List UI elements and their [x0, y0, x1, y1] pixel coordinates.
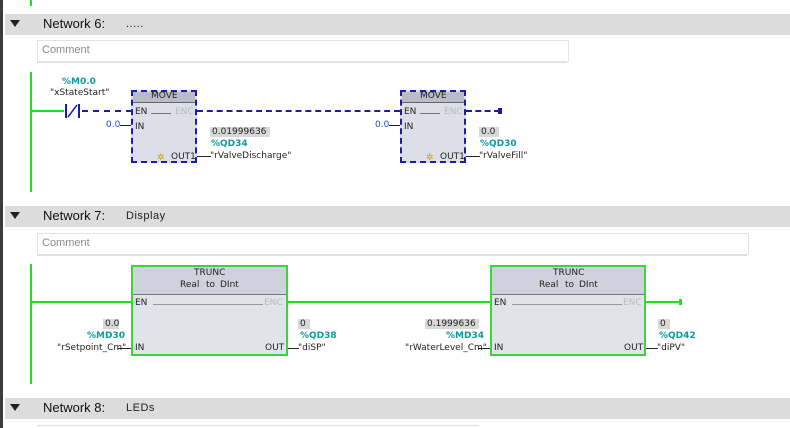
type-to-label: to — [206, 280, 216, 290]
in-pin-label: IN — [135, 122, 145, 132]
trunc-block-name: TRUNC — [194, 268, 226, 278]
en-enc-line — [512, 304, 622, 305]
trunc2-out-address: %QD42 — [659, 331, 696, 341]
in-pin-label: IN — [404, 122, 414, 132]
enc-pin-label: ENC — [264, 298, 283, 308]
rung-wire-powered — [30, 110, 64, 112]
collapse-arrow-icon[interactable] — [10, 20, 20, 27]
move2-out-address: %QD30 — [480, 139, 517, 149]
trunc2-out-tag[interactable]: "diPV" — [657, 343, 685, 353]
en-pin-label: EN — [404, 107, 417, 117]
network-8-comment-edge — [37, 425, 479, 426]
type-to-selector[interactable]: DInt — [220, 280, 239, 290]
editor-left-border — [0, 0, 3, 428]
network-6-comment[interactable]: Comment — [37, 40, 569, 62]
move2-out-wire — [466, 156, 480, 157]
move-block-1[interactable]: MOVE EN ENC IN OUT1 ✲ — [131, 90, 197, 163]
comment-placeholder: Comment — [42, 44, 90, 56]
network-7-header[interactable]: Network 7: Display — [5, 206, 790, 227]
rung-end-arrow-icon — [498, 108, 502, 114]
trunc2-in-monitor-value: 0.1999636 — [425, 319, 479, 329]
network-8-header[interactable]: Network 8: LEDs — [5, 398, 790, 419]
move2-in-wire — [389, 125, 400, 126]
add-output-star-icon[interactable]: ✲ — [426, 152, 434, 163]
out-pin-label: OUT — [624, 343, 644, 353]
type-to-label: to — [565, 280, 575, 290]
move-block-name: MOVE — [420, 91, 447, 101]
en-enc-line — [420, 113, 440, 114]
contact-tag: "xStateStart" — [50, 88, 110, 98]
trunc1-in-wire — [118, 348, 131, 349]
network-8-number: Network 8: — [43, 400, 106, 415]
rung-wire-unpowered — [82, 110, 132, 112]
trunc1-out-address: %QD38 — [300, 331, 337, 341]
en-enc-line — [151, 113, 171, 114]
network-6-number: Network 6: — [43, 16, 106, 31]
out-pin-label: OUT1 — [171, 152, 196, 162]
network-7-comment[interactable]: Comment — [37, 233, 749, 255]
trunc-block-name: TRUNC — [553, 268, 585, 278]
comment-underline — [37, 62, 567, 63]
power-rail — [30, 264, 32, 384]
trunc1-in-tag[interactable]: "rSetpoint_Cm" — [57, 343, 126, 353]
trunc1-enc-wire-powered — [288, 301, 490, 303]
power-rail — [30, 72, 32, 192]
move1-out-address: %QD34 — [211, 139, 248, 149]
out-pin-label: OUT1 — [440, 152, 465, 162]
power-rail-top-stub — [30, 0, 32, 6]
network-7-title[interactable]: Display — [126, 210, 166, 222]
move2-out-monitor-value: 0.0 — [479, 127, 499, 137]
move1-out-line-dashed — [197, 110, 400, 112]
network-6-title[interactable]: ..... — [126, 18, 144, 30]
in-pin-label: IN — [135, 343, 145, 353]
trunc2-out-monitor-value: 0 — [658, 319, 670, 329]
in-pin-label: IN — [494, 343, 504, 353]
trunc1-out-tag[interactable]: "diSP" — [298, 343, 326, 353]
comment-placeholder: Comment — [42, 237, 90, 249]
en-pin-label: EN — [494, 298, 507, 308]
trunc2-in-wire — [478, 348, 490, 349]
nc-contact-icon[interactable] — [63, 102, 83, 120]
move2-in-value: 0.0 — [375, 120, 390, 130]
move-block-2[interactable]: MOVE EN ENC IN OUT1 ✲ — [400, 90, 466, 163]
trunc-block-1[interactable]: TRUNC Real to DInt EN ENC IN OUT — [131, 265, 288, 356]
type-from-selector[interactable]: Real — [539, 280, 558, 290]
enc-pin-label: ENC — [623, 298, 642, 308]
rung-wire-powered — [30, 301, 132, 303]
en-pin-label: EN — [135, 107, 148, 117]
move-block-name: MOVE — [151, 91, 178, 101]
type-to-selector[interactable]: DInt — [579, 280, 598, 290]
rung-end-arrow-icon — [679, 299, 682, 305]
en-enc-line — [153, 304, 263, 305]
move1-out-monitor-value: 0.01999636 — [210, 127, 270, 137]
move1-out-wire — [197, 156, 211, 157]
collapse-arrow-icon[interactable] — [10, 212, 20, 219]
type-from-selector[interactable]: Real — [180, 280, 199, 290]
en-pin-label: EN — [135, 298, 148, 308]
trunc1-in-address: %MD30 — [87, 331, 125, 341]
enc-pin-label: ENC — [175, 107, 194, 117]
trunc1-out-monitor-value: 0 — [298, 319, 310, 329]
contact-address: %M0.0 — [62, 77, 96, 87]
collapse-arrow-icon[interactable] — [10, 404, 20, 411]
enc-pin-label: ENC — [444, 107, 463, 117]
move2-out-tag[interactable]: "rValveFill" — [479, 151, 527, 161]
move1-in-wire — [120, 125, 131, 126]
trunc2-in-tag[interactable]: "rWaterLevel_Cm" — [405, 343, 487, 353]
trunc-block-2[interactable]: TRUNC Real to DInt EN ENC IN OUT — [490, 265, 646, 356]
add-output-star-icon[interactable]: ✲ — [157, 152, 165, 163]
comment-underline — [37, 255, 747, 256]
move2-out-line-dashed — [466, 110, 500, 112]
trunc2-enc-wire-powered — [646, 301, 680, 303]
out-pin-label: OUT — [265, 343, 285, 353]
move1-in-value: 0.0 — [106, 120, 121, 130]
network-8-title[interactable]: LEDs — [126, 402, 155, 414]
move1-out-tag[interactable]: "rValveDischarge" — [210, 151, 291, 161]
network-7-number: Network 7: — [43, 208, 106, 223]
trunc1-in-monitor-value: 0.0 — [103, 319, 120, 329]
network-6-header[interactable]: Network 6: ..... — [5, 14, 790, 35]
trunc2-in-address: %MD34 — [446, 331, 484, 341]
